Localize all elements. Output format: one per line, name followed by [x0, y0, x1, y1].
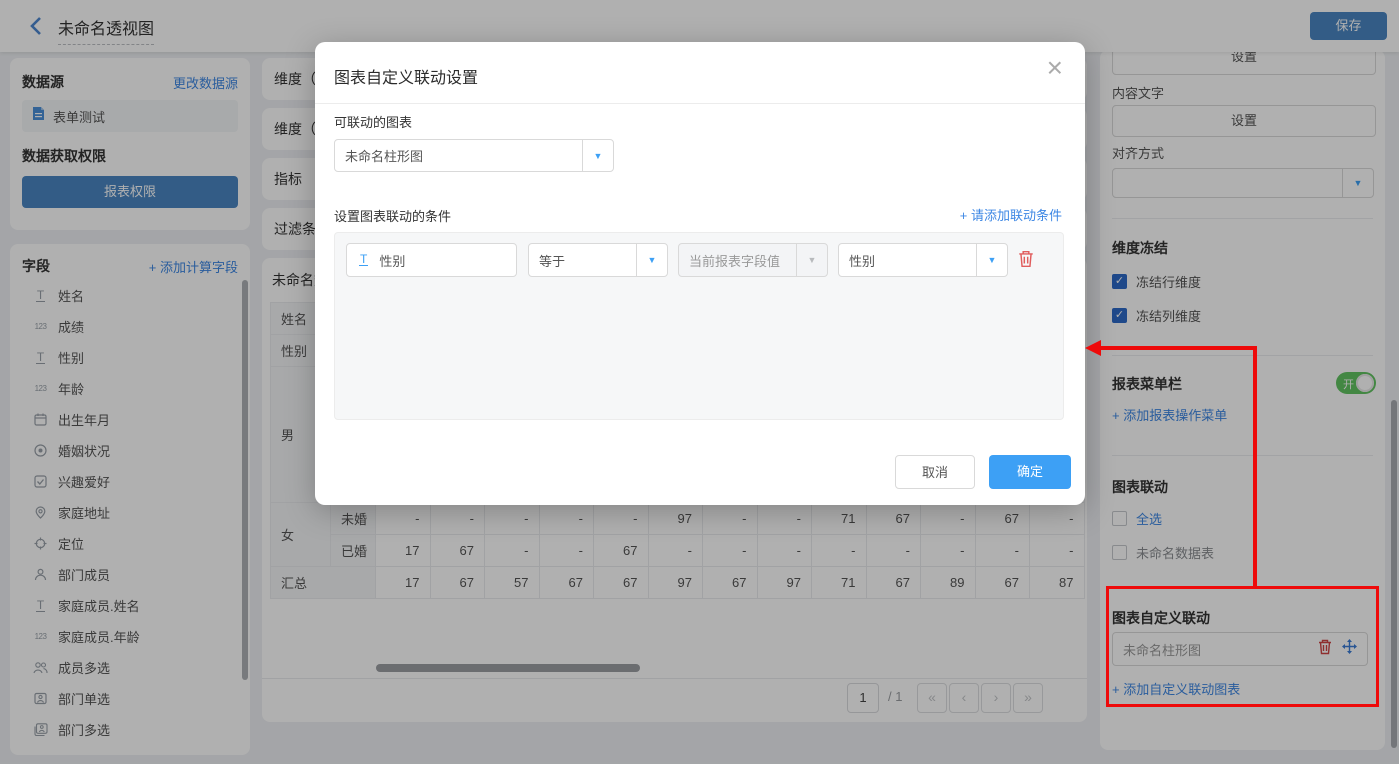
confirm-button[interactable]: 确定 — [989, 455, 1071, 489]
operator-value: 等于 — [529, 251, 565, 270]
condition-value-select[interactable]: 性别 ▼ — [838, 243, 1008, 277]
chevron-down-icon: ▼ — [636, 244, 667, 276]
annotation-arrowhead — [1085, 340, 1101, 356]
linkable-chart-select[interactable]: 未命名柱形图 ▼ — [334, 139, 614, 172]
linkable-chart-label: 可联动的图表 — [334, 112, 412, 131]
add-condition-link[interactable]: + 请添加联动条件 — [960, 205, 1062, 224]
modal-title: 图表自定义联动设置 — [334, 64, 478, 88]
condition-field-input[interactable]: T 性别 — [346, 243, 517, 277]
text-field-icon: T — [359, 254, 368, 266]
chevron-down-icon: ▼ — [582, 140, 613, 171]
condition-panel: T 性别 等于 ▼ 当前报表字段值 ▼ 性别 ▼ — [334, 232, 1064, 420]
annotation-rectangle — [1106, 586, 1379, 707]
close-icon[interactable]: × — [1047, 54, 1063, 82]
condition-field-value: 性别 — [379, 251, 405, 270]
condition-section-label: 设置图表联动的条件 — [334, 206, 451, 225]
cancel-button[interactable]: 取消 — [895, 455, 975, 489]
chevron-down-icon: ▼ — [796, 244, 827, 276]
value-type-value: 当前报表字段值 — [679, 251, 780, 270]
chevron-down-icon: ▼ — [976, 244, 1007, 276]
delete-condition-icon[interactable] — [1018, 250, 1034, 273]
annotation-line-vertical — [1253, 347, 1257, 586]
operator-select[interactable]: 等于 ▼ — [528, 243, 668, 277]
condition-value: 性别 — [839, 251, 875, 270]
modal-header: 图表自定义联动设置 × — [315, 42, 1085, 104]
annotation-line-horizontal — [1099, 346, 1257, 350]
value-type-select: 当前报表字段值 ▼ — [678, 243, 828, 277]
chart-linkage-modal: 图表自定义联动设置 × 可联动的图表 未命名柱形图 ▼ 设置图表联动的条件 + … — [315, 42, 1085, 505]
linkable-chart-value: 未命名柱形图 — [335, 146, 423, 165]
